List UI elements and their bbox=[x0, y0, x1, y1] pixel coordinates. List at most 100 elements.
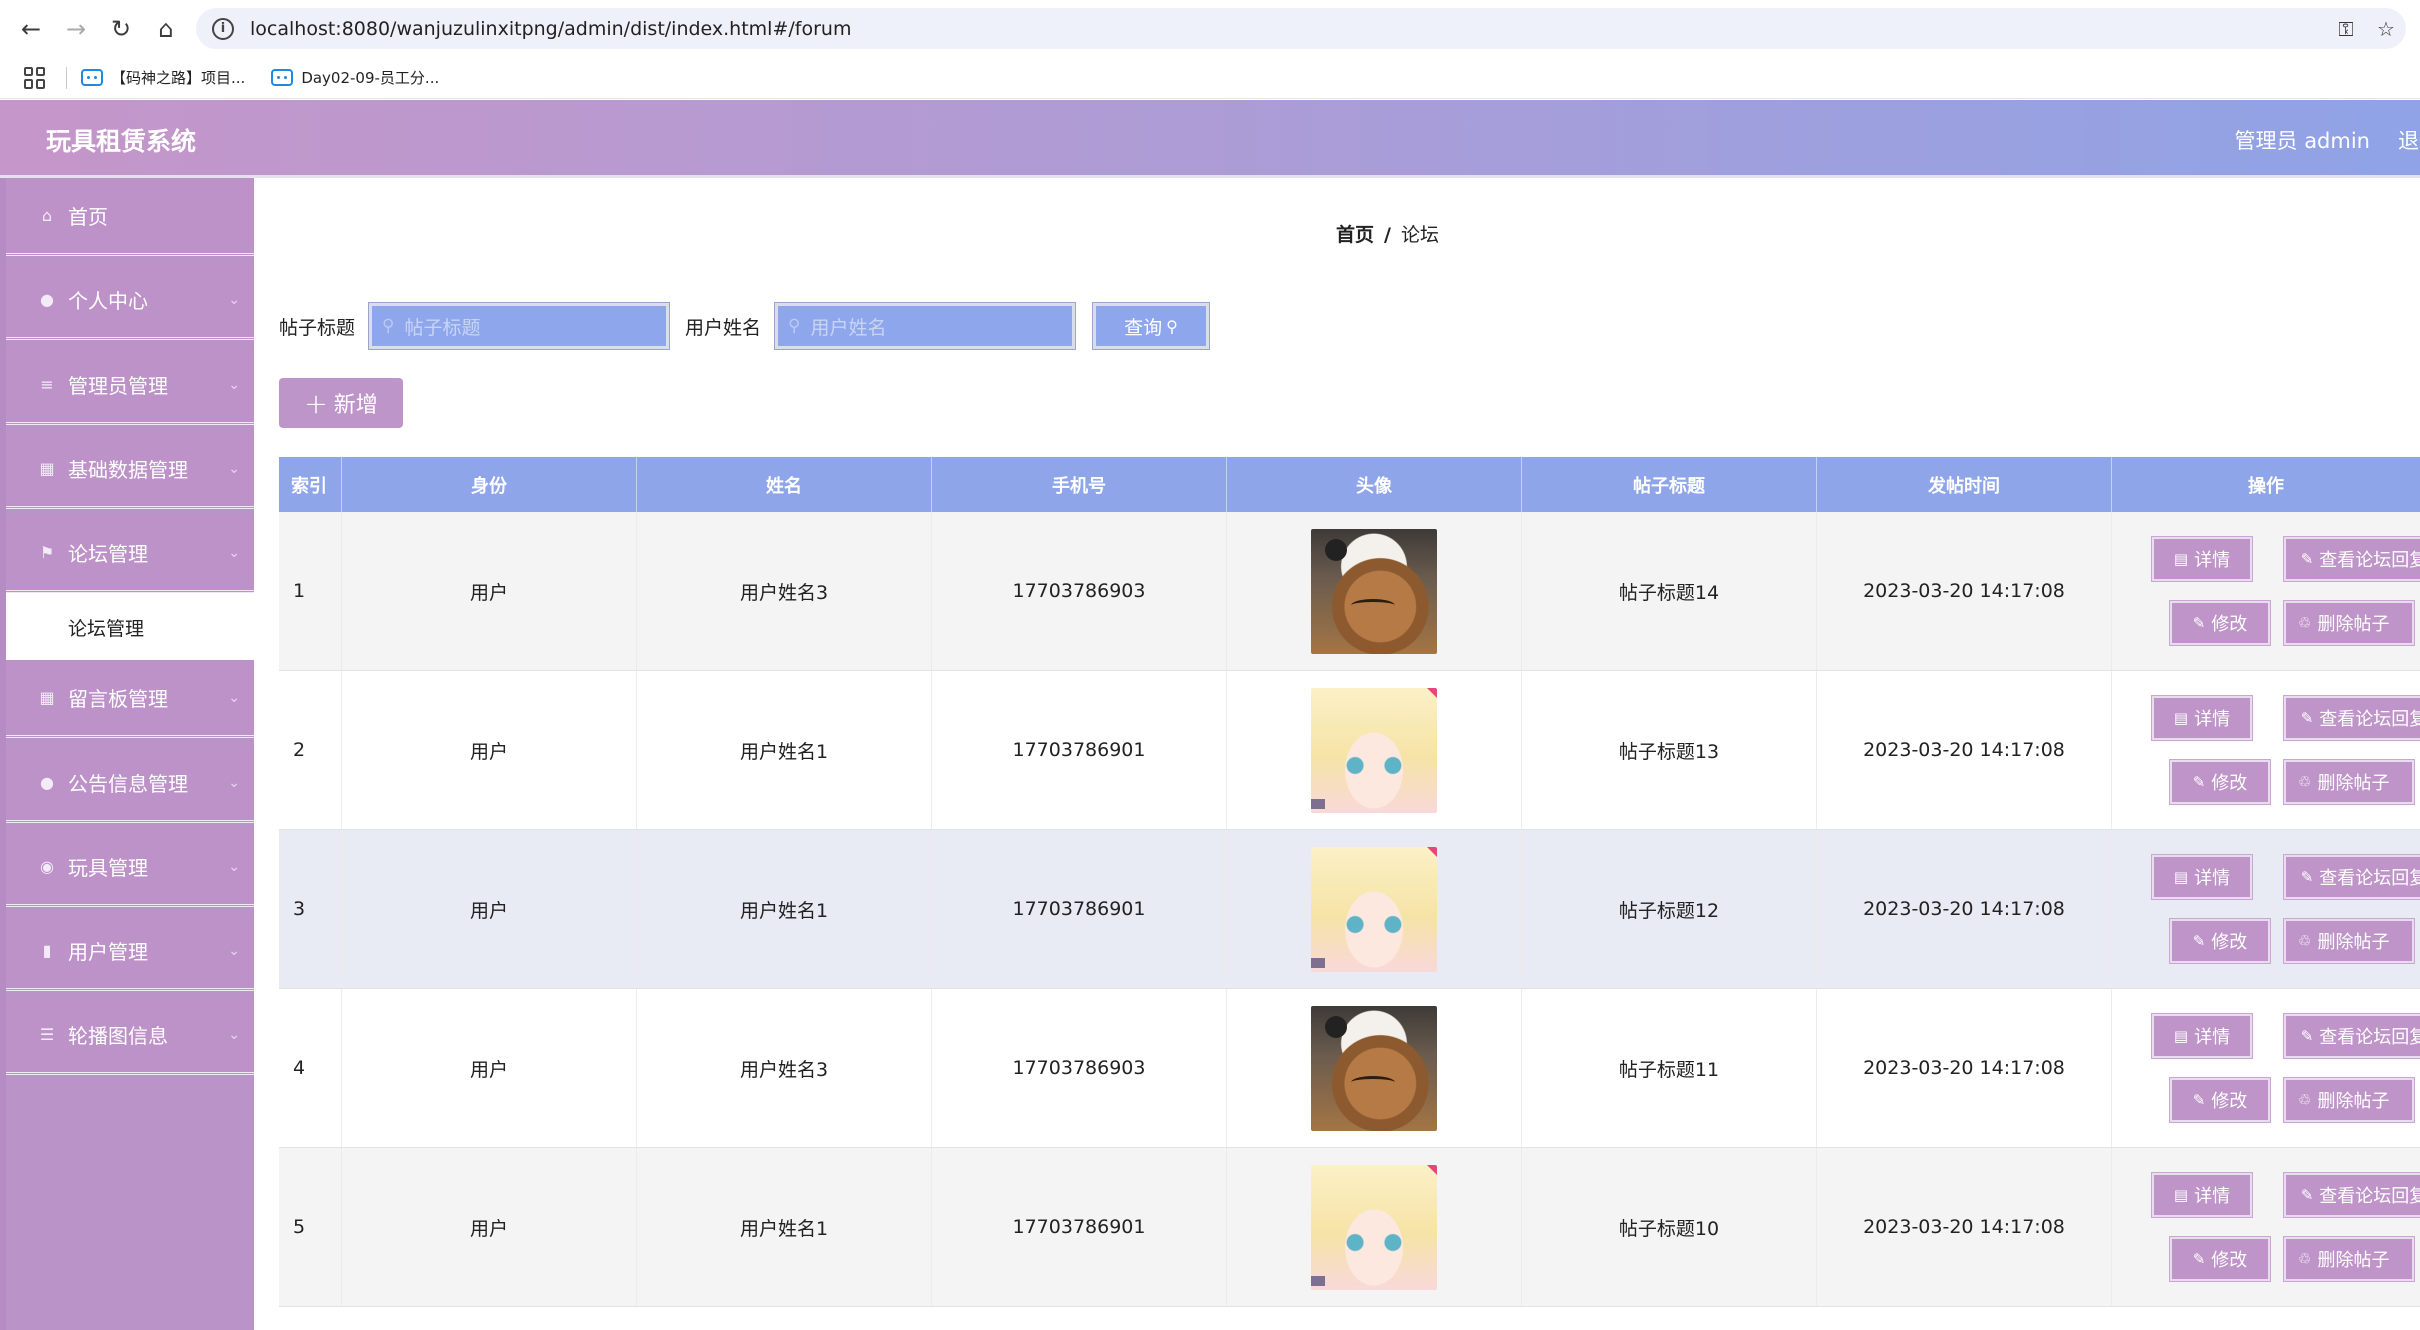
bookmark-item[interactable]: 【码神之路】项目... bbox=[81, 67, 245, 88]
detail-button-label: 详情 bbox=[2194, 1186, 2231, 1207]
cell-actions: ▤ 详情 ✎ 查看论坛回复 ✎ 修改 ♲ 删除帖子 bbox=[2112, 830, 2420, 988]
table-row[interactable]: 3 用户 用户姓名1 17703786901 帖子标题12 2023-03-20 14:1… bbox=[279, 830, 2420, 989]
action-buttons: ▤ 详情 ✎ 查看论坛回复 ✎ 修改 ♲ 删除帖子 bbox=[2151, 1013, 2420, 1123]
title-search-label: 帖子标题 bbox=[279, 316, 356, 339]
table-row[interactable]: 5 用户 用户姓名1 17703786901 帖子标题10 2023-03-20 14:1… bbox=[279, 1148, 2420, 1307]
action-buttons: ▤ 详情 ✎ 查看论坛回复 ✎ 修改 ♲ 删除帖子 bbox=[2151, 854, 2420, 964]
edit-button[interactable]: ✎ 修改 bbox=[2169, 1077, 2271, 1123]
password-key-icon[interactable]: ⚿ bbox=[2326, 17, 2366, 41]
table-row[interactable]: 1 用户 用户姓名3 17703786903 帖子标题14 2023-03-20 14:1… bbox=[279, 512, 2420, 671]
view-replies-button-label: 查看论坛回复 bbox=[2319, 1186, 2420, 1207]
avatar-image bbox=[1311, 687, 1437, 813]
col-title: 帖子标题 bbox=[1522, 457, 1817, 512]
detail-button[interactable]: ▤ 详情 bbox=[2151, 1013, 2253, 1059]
breadcrumb-home[interactable]: 首页 bbox=[1336, 224, 1374, 246]
address-bar[interactable]: i localhost:8080/wanjuzulinxitpng/admin/… bbox=[196, 8, 2406, 49]
reload-icon[interactable]: ↻ bbox=[99, 7, 143, 51]
avatar-image bbox=[1311, 528, 1437, 654]
delete-button[interactable]: ♲ 删除帖子 bbox=[2283, 600, 2415, 646]
title-search-input[interactable]: ⚲ 帖子标题 bbox=[368, 302, 671, 350]
back-icon[interactable]: ← bbox=[9, 7, 53, 51]
sidebar-item-carousel[interactable]: ☰ 轮播图信息 ⌄ bbox=[6, 997, 254, 1075]
edit-icon: ✎ bbox=[2192, 932, 2206, 950]
col-role: 身份 bbox=[342, 457, 637, 512]
delete-button[interactable]: ♲ 删除帖子 bbox=[2283, 759, 2415, 805]
chart-icon: ▮ bbox=[42, 941, 52, 960]
current-user: 管理员 admin bbox=[2234, 129, 2370, 153]
table-row[interactable]: 4 用户 用户姓名3 17703786903 帖子标题11 2023-03-20 14:1… bbox=[279, 989, 2420, 1148]
delete-button[interactable]: ♲ 删除帖子 bbox=[2283, 918, 2415, 964]
view-replies-button-label: 查看论坛回复 bbox=[2319, 550, 2420, 571]
cell-phone: 17703786901 bbox=[932, 1148, 1227, 1306]
user-search-label: 用户姓名 bbox=[685, 316, 762, 339]
detail-button[interactable]: ▤ 详情 bbox=[2151, 695, 2253, 741]
edit-button-label: 修改 bbox=[2211, 773, 2248, 794]
sidebar-subitem-forum-manage[interactable]: 论坛管理 bbox=[6, 593, 254, 661]
cell-actions: ▤ 详情 ✎ 查看论坛回复 ✎ 修改 ♲ 删除帖子 bbox=[2112, 989, 2420, 1147]
pen-icon: ✎ bbox=[2300, 550, 2314, 568]
sidebar-item-guestbook[interactable]: ▦ 留言板管理 ⌄ bbox=[6, 660, 254, 738]
sidebar-item-label: 留言板管理 bbox=[68, 687, 168, 711]
logout-link[interactable]: 退出登录 bbox=[2398, 125, 2420, 155]
sidebar-item-users[interactable]: ▮ 用户管理 ⌄ bbox=[6, 913, 254, 991]
pen-icon: ✎ bbox=[2300, 709, 2314, 727]
detail-button[interactable]: ▤ 详情 bbox=[2151, 536, 2253, 582]
detail-button[interactable]: ▤ 详情 bbox=[2151, 854, 2253, 900]
cell-time: 2023-03-20 14:17:08 bbox=[1817, 1148, 2112, 1306]
apps-grid-icon[interactable] bbox=[24, 66, 46, 89]
cell-name: 用户姓名1 bbox=[637, 671, 932, 829]
site-info-icon[interactable]: i bbox=[212, 17, 234, 40]
edit-button[interactable]: ✎ 修改 bbox=[2169, 759, 2271, 805]
sidebar-item-profile[interactable]: ● 个人中心 ⌄ bbox=[6, 262, 254, 340]
edit-button[interactable]: ✎ 修改 bbox=[2169, 600, 2271, 646]
user-search-input[interactable]: ⚲ 用户姓名 bbox=[774, 302, 1077, 350]
view-replies-button[interactable]: ✎ 查看论坛回复 bbox=[2283, 1172, 2420, 1218]
sidebar-item-admins[interactable]: ≡ 管理员管理 ⌄ bbox=[6, 347, 254, 425]
detail-button[interactable]: ▤ 详情 bbox=[2151, 1172, 2253, 1218]
bookmark-star-icon[interactable]: ☆ bbox=[2366, 17, 2406, 41]
view-replies-button[interactable]: ✎ 查看论坛回复 bbox=[2283, 695, 2420, 741]
cell-role: 用户 bbox=[342, 512, 637, 670]
bookmarks-bar: 【码神之路】项目... Day02-09-员工分... bbox=[0, 57, 2420, 99]
cell-time: 2023-03-20 14:17:08 bbox=[1817, 989, 2112, 1147]
add-button[interactable]: + 新增 bbox=[279, 378, 403, 428]
avatar-image bbox=[1311, 1005, 1437, 1131]
sidebar-item-base-data[interactable]: ▦ 基础数据管理 ⌄ bbox=[6, 431, 254, 509]
cell-role: 用户 bbox=[342, 671, 637, 829]
chevron-down-icon: ⌄ bbox=[228, 292, 240, 308]
sidebar-item-label: 公告信息管理 bbox=[68, 772, 188, 796]
view-replies-button[interactable]: ✎ 查看论坛回复 bbox=[2283, 1013, 2420, 1059]
delete-button-label: 删除帖子 bbox=[2317, 932, 2390, 953]
view-replies-button[interactable]: ✎ 查看论坛回复 bbox=[2283, 854, 2420, 900]
cell-name: 用户姓名1 bbox=[637, 1148, 932, 1306]
cell-title: 帖子标题14 bbox=[1522, 512, 1817, 670]
app-title: 玩具租赁系统 bbox=[46, 127, 197, 156]
forward-icon[interactable]: → bbox=[54, 7, 98, 51]
col-name: 姓名 bbox=[637, 457, 932, 512]
sidebar-item-toys[interactable]: ◉ 玩具管理 ⌄ bbox=[6, 829, 254, 907]
bookmark-item[interactable]: Day02-09-员工分... bbox=[271, 67, 439, 88]
query-button[interactable]: 查询 ⚲ bbox=[1092, 302, 1211, 350]
chevron-down-icon: ⌄ bbox=[228, 461, 240, 477]
document-icon: ▤ bbox=[2173, 1186, 2189, 1204]
sidebar-item-label: 论坛管理 bbox=[68, 542, 148, 566]
edit-button[interactable]: ✎ 修改 bbox=[2169, 918, 2271, 964]
sidebar-item-notices[interactable]: ● 公告信息管理 ⌄ bbox=[6, 745, 254, 823]
url-text[interactable]: localhost:8080/wanjuzulinxitpng/admin/di… bbox=[250, 18, 851, 40]
avatar-image bbox=[1311, 1164, 1437, 1290]
trash-icon: ♲ bbox=[2298, 773, 2312, 791]
sidebar-item-home[interactable]: ⌂ 首页 bbox=[6, 178, 254, 256]
edit-icon: ✎ bbox=[2192, 1091, 2206, 1109]
edit-button[interactable]: ✎ 修改 bbox=[2169, 1236, 2271, 1282]
sidebar-item-label: 玩具管理 bbox=[68, 856, 148, 880]
delete-button[interactable]: ♲ 删除帖子 bbox=[2283, 1236, 2415, 1282]
table-row[interactable]: 2 用户 用户姓名1 17703786901 帖子标题13 2023-03-20 14:1… bbox=[279, 671, 2420, 830]
delete-button[interactable]: ♲ 删除帖子 bbox=[2283, 1077, 2415, 1123]
table-body: 1 用户 用户姓名3 17703786903 帖子标题14 2023-03-20 14:1… bbox=[279, 512, 2420, 1307]
chevron-down-icon: ⌄ bbox=[228, 1027, 240, 1043]
cell-avatar bbox=[1227, 512, 1522, 670]
cell-role: 用户 bbox=[342, 989, 637, 1147]
view-replies-button[interactable]: ✎ 查看论坛回复 bbox=[2283, 536, 2420, 582]
sidebar-item-forum[interactable]: ⚑ 论坛管理 ⌄ bbox=[6, 515, 254, 593]
home-icon[interactable]: ⌂ bbox=[144, 7, 188, 51]
